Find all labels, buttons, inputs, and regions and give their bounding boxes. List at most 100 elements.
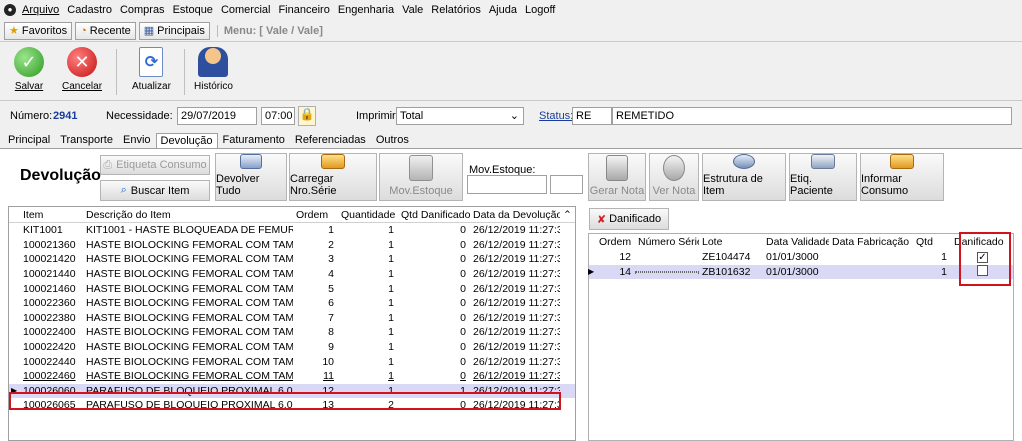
recent-icon: ◔ xyxy=(80,24,87,37)
recente-button[interactable]: ◔ Recente xyxy=(75,21,136,40)
cell-quantidade: 1 xyxy=(388,341,394,354)
cell-item: 100022440 xyxy=(23,355,76,368)
menu-comercial[interactable]: Comercial xyxy=(221,4,271,16)
col-r-ordem[interactable]: Ordem xyxy=(589,236,635,248)
table-row[interactable]: 100021420 HASTE BIOLOCKING FEMORAL COM TA… xyxy=(9,252,575,267)
table-row[interactable]: ▶ 14 ZB101632 01/01/3000 1 xyxy=(588,264,1013,280)
lock-icon[interactable]: 🔒 xyxy=(298,106,316,126)
estrutura-item-button[interactable]: Estrutura de Item xyxy=(702,153,786,201)
etiqueta-consumo-button[interactable]: ⎙ Etiqueta Consumo xyxy=(100,155,210,175)
etiq-paciente-label: Etiq. Paciente xyxy=(790,173,833,197)
refresh-icon: ⟳ xyxy=(139,47,164,77)
salvar-button[interactable]: ✓ Salvar xyxy=(14,47,44,99)
scroll-up-icon[interactable]: ⌃ xyxy=(560,209,572,221)
cell-descricao: HASTE BIOLOCKING FEMORAL COM TAMPAO 12 ) xyxy=(86,311,293,324)
cell-quantidade: 1 xyxy=(388,297,394,310)
table-row[interactable]: 100022400 HASTE BIOLOCKING FEMORAL COM TA… xyxy=(9,325,575,340)
mov-estoque-button[interactable]: Mov.Estoque xyxy=(379,153,463,201)
tab-bar: Principal Transporte Envio Devolução Fat… xyxy=(0,131,1022,149)
table-row[interactable]: 100022460 HASTE BIOLOCKING FEMORAL COM TA… xyxy=(9,369,575,384)
devolver-tudo-button[interactable]: Devolver Tudo xyxy=(215,153,287,201)
series-grid[interactable]: Ordem Número Série Lote Data Validade Da… xyxy=(588,233,1014,441)
principais-button[interactable]: ▦ Principais xyxy=(138,21,210,40)
tab-outros[interactable]: Outros xyxy=(371,132,414,148)
status-code-input[interactable]: RE xyxy=(572,107,612,125)
cancelar-button[interactable]: ✕ Cancelar xyxy=(62,47,102,99)
app-logo-icon: ● xyxy=(4,4,16,16)
damaged-x-icon: ✘ xyxy=(596,213,607,226)
table-row[interactable]: 100022420 HASTE BIOLOCKING FEMORAL COM TA… xyxy=(9,340,575,355)
col-item[interactable]: Item xyxy=(9,209,83,221)
danificado-button[interactable]: ✘ Danificado xyxy=(589,208,669,230)
table-row[interactable]: 100021360 HASTE BIOLOCKING FEMORAL COM TA… xyxy=(9,238,575,253)
table-row[interactable]: 100022380 HASTE BIOLOCKING FEMORAL COM TA… xyxy=(9,311,575,326)
cell-r-qtd: 1 xyxy=(941,251,947,264)
etiq-paciente-button[interactable]: Etiq. Paciente xyxy=(789,153,857,201)
favoritos-button[interactable]: ★ Favoritos xyxy=(4,21,73,40)
col-r-numero-serie[interactable]: Número Série xyxy=(635,236,699,248)
col-quantidade[interactable]: Quantidade xyxy=(338,209,398,221)
atualizar-button[interactable]: ⟳ Atualizar xyxy=(132,47,171,99)
table-row[interactable]: 100022360 HASTE BIOLOCKING FEMORAL COM TA… xyxy=(9,296,575,311)
status-link[interactable]: Status: xyxy=(539,110,573,122)
historico-label: Histórico xyxy=(194,81,233,92)
mov-estoque-input-1[interactable] xyxy=(467,175,547,194)
cell-data-devolucao: 26/12/2019 11:27:3 xyxy=(473,224,560,237)
menu-ajuda[interactable]: Ajuda xyxy=(489,4,517,16)
mov-estoque-input-2[interactable] xyxy=(550,175,583,194)
necessidade-date-input[interactable]: 29/07/2019 xyxy=(177,107,257,125)
table-row[interactable]: 12 ZE104474 01/01/3000 1 ✓ xyxy=(589,250,1013,265)
gerar-nota-button[interactable]: Gerar Nota xyxy=(588,153,646,201)
menu-financeiro[interactable]: Financeiro xyxy=(278,4,329,16)
table-row[interactable]: KIT1001 KIT1001 - HASTE BLOQUEADA DE FEMU… xyxy=(9,223,575,238)
col-r-data-validade[interactable]: Data Validade xyxy=(763,236,829,248)
buscar-item-button[interactable]: ⌕ Buscar Item xyxy=(100,180,210,201)
tab-devolucao[interactable]: Devolução xyxy=(155,133,218,148)
informar-consumo-label: Informar Consumo xyxy=(861,173,909,197)
imprimir-select[interactable]: Total ⌄ xyxy=(396,107,524,125)
historico-button[interactable]: Histórico xyxy=(194,47,233,99)
menu-estoque[interactable]: Estoque xyxy=(173,4,213,16)
cell-data-devolucao: 26/12/2019 11:27:3 xyxy=(473,341,560,354)
carregar-nro-serie-button[interactable]: Carregar Nro.Série xyxy=(289,153,377,201)
tab-transporte[interactable]: Transporte xyxy=(55,132,118,148)
cell-ordem: 4 xyxy=(328,268,334,281)
col-ordem[interactable]: Ordem xyxy=(293,209,338,221)
menu-cadastro[interactable]: Cadastro xyxy=(67,4,112,16)
informar-consumo-button[interactable]: Informar Consumo xyxy=(860,153,944,201)
tab-envio[interactable]: Envio xyxy=(118,132,156,148)
menu-logoff[interactable]: Logoff xyxy=(525,4,555,16)
cell-ordem: 9 xyxy=(328,341,334,354)
col-r-lote[interactable]: Lote xyxy=(699,236,763,248)
table-row[interactable]: 100021460 HASTE BIOLOCKING FEMORAL COM TA… xyxy=(9,281,575,296)
col-descricao[interactable]: Descrição do Item xyxy=(83,209,293,221)
row-pointer-icon: ▶ xyxy=(588,267,595,277)
cell-quantidade: 1 xyxy=(388,268,394,281)
menu-arquivo[interactable]: Arquivo xyxy=(22,4,59,16)
structure-icon xyxy=(733,154,755,169)
menu-engenharia[interactable]: Engenharia xyxy=(338,4,394,16)
menu-vale[interactable]: Vale xyxy=(402,4,423,16)
cell-r-numero-serie xyxy=(635,270,699,273)
col-qtd-danificado[interactable]: Qtd Danificado xyxy=(398,209,470,221)
cell-data-devolucao: 26/12/2019 11:27:3 xyxy=(473,282,560,295)
necessidade-time-input[interactable]: 07:00 xyxy=(261,107,295,125)
col-r-data-fabricacao[interactable]: Data Fabricação xyxy=(829,236,913,248)
cell-ordem: 8 xyxy=(328,326,334,339)
cell-descricao: HASTE BIOLOCKING FEMORAL COM TAMPAO 10 ) xyxy=(86,282,293,295)
table-row[interactable]: 100021440 HASTE BIOLOCKING FEMORAL COM TA… xyxy=(9,267,575,282)
atualizar-label: Atualizar xyxy=(132,81,171,92)
tab-referenciadas[interactable]: Referenciadas xyxy=(290,132,371,148)
cell-r-ordem: 12 xyxy=(619,251,631,264)
menu-compras[interactable]: Compras xyxy=(120,4,165,16)
col-data-devolucao[interactable]: Data da Devolução xyxy=(470,209,560,221)
tab-principal[interactable]: Principal xyxy=(3,132,55,148)
ver-nota-button[interactable]: Ver Nota xyxy=(649,153,699,201)
cell-qtd-danificado: 0 xyxy=(460,326,466,339)
col-r-qtd[interactable]: Qtd xyxy=(913,236,951,248)
tab-faturamento[interactable]: Faturamento xyxy=(218,132,290,148)
menu-relatorios[interactable]: Relatórios xyxy=(431,4,481,16)
table-row[interactable]: 100022440 HASTE BIOLOCKING FEMORAL COM TA… xyxy=(9,354,575,369)
necessidade-label: Necessidade: xyxy=(106,110,173,122)
star-icon: ★ xyxy=(9,25,19,37)
